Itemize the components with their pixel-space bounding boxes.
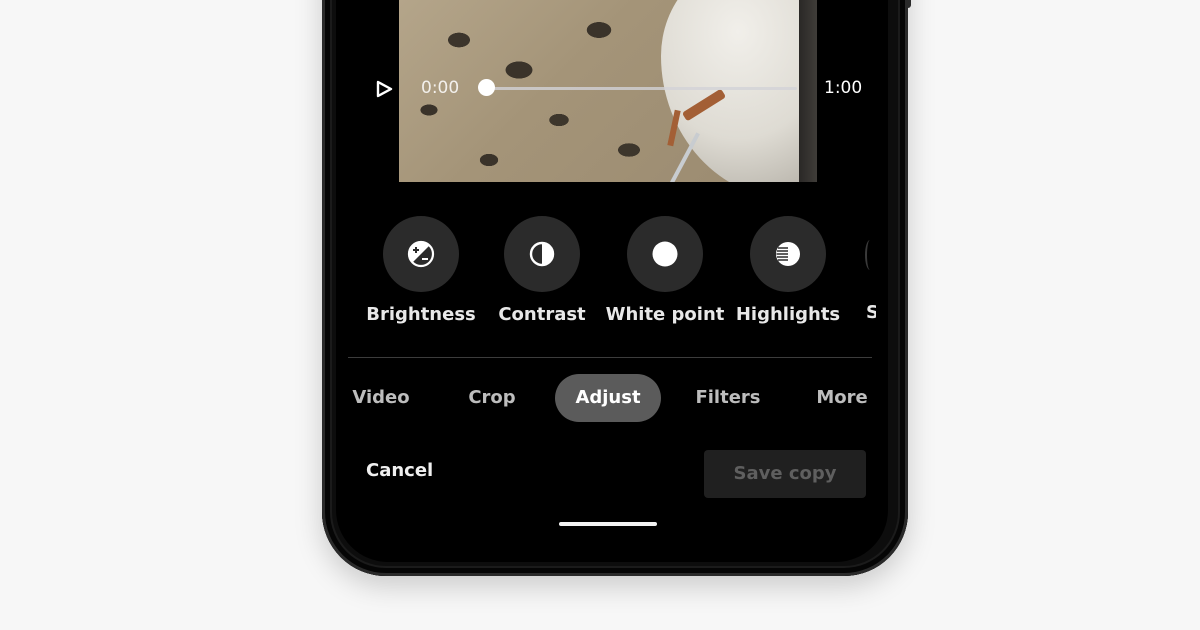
tool-circle bbox=[627, 216, 703, 292]
current-time: 0:00 bbox=[421, 78, 460, 98]
tab-filters[interactable]: Filters bbox=[692, 374, 764, 422]
tool-circle bbox=[750, 216, 826, 292]
play-button[interactable] bbox=[374, 79, 394, 99]
video-scrubber-track[interactable] bbox=[487, 87, 797, 90]
tool-label: Highlights bbox=[735, 304, 841, 325]
tab-video[interactable]: Video bbox=[346, 374, 416, 422]
highlights-icon bbox=[776, 242, 800, 266]
editor-screen: 0:00 1:00 Brightness Contrast White poin… bbox=[336, 0, 888, 562]
tool-circle bbox=[504, 216, 580, 292]
white-point-icon bbox=[652, 241, 678, 267]
save-copy-button[interactable]: Save copy bbox=[704, 450, 866, 498]
video-preview[interactable] bbox=[399, 0, 817, 182]
tool-circle bbox=[383, 216, 459, 292]
brightness-icon bbox=[407, 240, 435, 268]
tool-highlights[interactable]: Highlights bbox=[728, 216, 848, 325]
tool-partial-next[interactable] bbox=[865, 240, 875, 270]
home-indicator[interactable] bbox=[559, 522, 657, 526]
tool-label: Contrast bbox=[498, 304, 586, 325]
tool-partial-label: S bbox=[866, 302, 876, 323]
tab-adjust[interactable]: Adjust bbox=[555, 374, 661, 422]
tool-label: Brightness bbox=[366, 304, 476, 325]
tool-label: White point bbox=[605, 304, 725, 325]
divider bbox=[348, 357, 872, 358]
dog-shadow bbox=[799, 0, 817, 182]
play-icon bbox=[376, 80, 393, 98]
tool-contrast[interactable]: Contrast bbox=[482, 216, 602, 325]
tool-white-point[interactable]: White point bbox=[605, 216, 725, 325]
duration: 1:00 bbox=[824, 78, 863, 98]
contrast-icon bbox=[529, 241, 555, 267]
tab-more[interactable]: More bbox=[814, 374, 870, 422]
cancel-button[interactable]: Cancel bbox=[366, 460, 433, 481]
video-scrubber-thumb[interactable] bbox=[478, 79, 495, 96]
tool-brightness[interactable]: Brightness bbox=[361, 216, 481, 325]
tab-crop[interactable]: Crop bbox=[461, 374, 523, 422]
phone-side-button bbox=[905, 0, 911, 8]
